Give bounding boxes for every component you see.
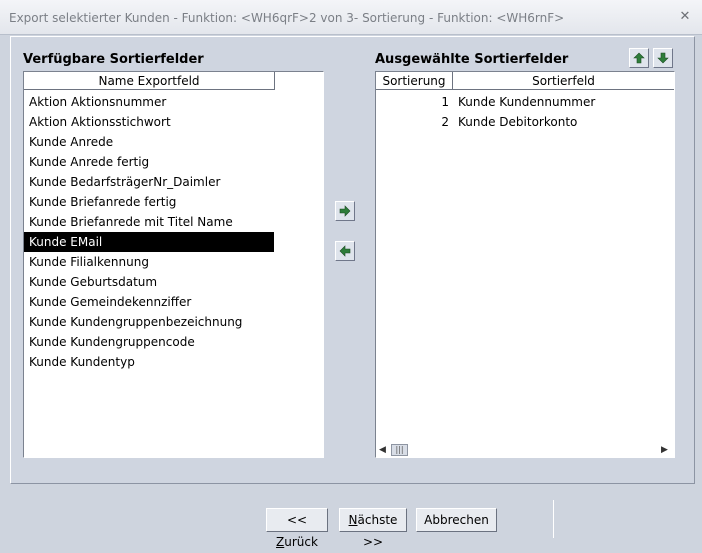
scroll-left-icon[interactable]: ◀ [379,445,386,455]
list-item[interactable]: Kunde EMail [24,232,274,252]
arrow-up-icon [633,52,645,64]
move-up-button[interactable] [629,48,649,68]
sort-field: Kunde Kundennummer [458,95,596,109]
title-bar: Export selektierter Kunden - Funktion: <… [0,0,702,35]
list-item[interactable]: Aktion Aktionsnummer [24,92,309,112]
arrow-right-icon [339,205,351,217]
remove-field-button[interactable] [335,241,355,261]
list-item[interactable]: Kunde Anrede fertig [24,152,309,172]
table-row[interactable]: 1 Kunde Kundennummer [376,92,672,112]
selected-fields-heading: Ausgewählte Sortierfelder [375,52,569,67]
list-item[interactable]: Kunde Filialkennung [24,252,309,272]
list-item[interactable]: Kunde Kundengruppenbezeichnung [24,312,309,332]
sort-field: Kunde Debitorkonto [458,115,578,129]
column-header-name-exportfeld[interactable]: Name Exportfeld [24,72,275,90]
move-down-button[interactable] [653,48,673,68]
back-button-rest: urück [284,535,318,549]
list-item[interactable]: Kunde Anrede [24,132,309,152]
arrow-left-icon [339,245,351,257]
list-item[interactable]: Kunde Gemeindekennziffer [24,292,309,312]
column-header-sortierfeld[interactable]: Sortierfeld [453,72,674,90]
next-button-accel: N [348,513,358,527]
list-item[interactable]: Kunde Kundentyp [24,352,309,372]
sort-order: 1 [441,95,449,109]
main-panel: Verfügbare Sortierfelder Name Exportfeld… [10,36,695,484]
scroll-right-icon[interactable]: ▶ [661,445,668,455]
available-fields-heading: Verfügbare Sortierfelder [23,52,204,67]
window-title: Export selektierter Kunden - Funktion: <… [9,11,565,25]
button-bar-divider [553,500,554,538]
next-button-rest: ächste >> [357,513,398,549]
list-item[interactable]: Kunde Kundengruppencode [24,332,309,352]
add-field-button[interactable] [335,201,355,221]
scroll-thumb[interactable]: ||| [391,444,408,456]
table-row[interactable]: 2 Kunde Debitorkonto [376,112,672,132]
cancel-button[interactable]: Abbrechen [416,508,497,532]
list-item[interactable]: Kunde BedarfsträgerNr_Daimler [24,172,309,192]
sort-order: 2 [441,115,449,129]
back-button-prefix: << [286,513,308,527]
list-item[interactable]: Aktion Aktionsstichwort [24,112,309,132]
back-button[interactable]: << Zurück [266,508,328,549]
list-item[interactable]: Kunde Briefanrede mit Titel Name [24,212,309,232]
selected-fields-list[interactable]: Sortierung Sortierfeld 1 Kunde Kundennumm… [375,71,675,458]
list-item[interactable]: Kunde Briefanrede fertig [24,192,309,212]
next-button[interactable]: Nächste >> [339,508,407,549]
column-header-sortierung[interactable]: Sortierung [376,72,453,90]
arrow-down-icon [657,52,669,64]
horizontal-scrollbar[interactable]: ◀ ||| ▶ [376,443,672,457]
available-fields-list[interactable]: Name Exportfeld Aktion Aktionsnummer Akti… [23,71,324,458]
close-icon[interactable]: ✕ [678,9,692,25]
list-item[interactable]: Kunde Geburtsdatum [24,272,309,292]
